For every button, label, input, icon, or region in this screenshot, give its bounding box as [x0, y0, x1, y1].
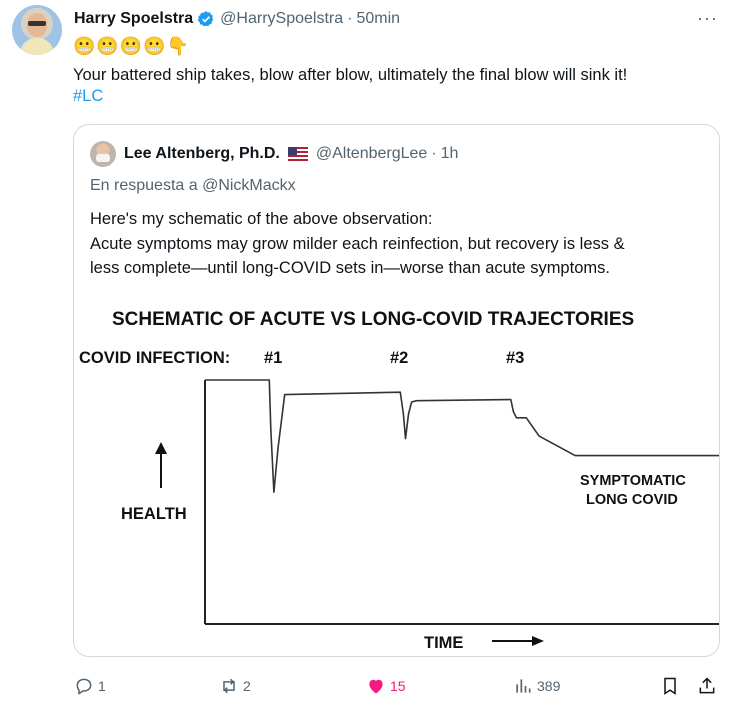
action-bar: 1 2 15 389: [0, 672, 738, 700]
tweet-emojis: 😬😬😬😬👇: [73, 36, 191, 56]
share-icon: [699, 677, 715, 694]
tweet-header: Harry Spoelstra @HarrySpoelstra · 50min: [74, 8, 400, 30]
repost-button[interactable]: 2: [219, 672, 251, 700]
quote-timestamp[interactable]: 1h: [441, 145, 459, 163]
bookmark-button[interactable]: [660, 672, 684, 700]
views-chart-icon: [516, 679, 531, 693]
like-button[interactable]: 15: [366, 672, 406, 700]
repost-count: 2: [243, 678, 251, 694]
share-button[interactable]: [697, 672, 721, 700]
quote-text-line: less complete—until long-COVID sets in—w…: [90, 259, 610, 277]
time-arrow-icon: [532, 636, 544, 646]
views-count: 389: [537, 678, 561, 694]
quote-text-line: Here's my schematic of the above observa…: [90, 210, 433, 228]
quote-author-name[interactable]: Lee Altenberg, Ph.D.: [124, 145, 280, 163]
infection-label-1: #1: [264, 349, 282, 367]
header-separator: ·: [347, 10, 353, 27]
quote-author-handle[interactable]: @AltenbergLee: [316, 145, 427, 163]
x-axis-label: TIME: [424, 634, 463, 652]
reply-button[interactable]: 1: [74, 672, 106, 700]
us-flag-icon: [287, 147, 308, 161]
quote-text: Here's my schematic of the above observa…: [90, 207, 625, 281]
health-arrow-icon: [155, 442, 167, 454]
quote-text-line: Acute symptoms may grow milder each rein…: [90, 234, 625, 253]
tweet[interactable]: Harry Spoelstra @HarrySpoelstra · 50min …: [0, 0, 738, 714]
reply-count: 1: [98, 678, 106, 694]
infection-prefix-label: COVID INFECTION:: [79, 349, 230, 367]
like-count: 15: [390, 678, 406, 694]
reply-icon: [76, 678, 92, 695]
bookmark-icon: [664, 677, 676, 695]
schematic-chart: SCHEMATIC OF ACUTE VS LONG-COVID TRAJECT…: [79, 309, 719, 652]
infection-label-3: #3: [506, 349, 524, 367]
repost-icon: [223, 678, 235, 694]
avatar-glasses: [28, 21, 46, 26]
quote-header: Lee Altenberg, Ph.D. @AltenbergLee · 1h: [90, 141, 459, 167]
avatar-shirt: [20, 38, 54, 55]
annotation-long-covid: LONG COVID: [586, 492, 678, 508]
reply-to-label[interactable]: En respuesta a @NickMackx: [90, 177, 296, 195]
tweet-timestamp[interactable]: 50min: [356, 10, 400, 28]
views-button[interactable]: 389: [513, 672, 560, 700]
author-avatar[interactable]: [12, 5, 62, 55]
author-name[interactable]: Harry Spoelstra: [74, 10, 193, 28]
hashtag-link[interactable]: #LC: [73, 87, 103, 106]
avatar-mask: [96, 154, 110, 162]
chart-title: SCHEMATIC OF ACUTE VS LONG-COVID TRAJECT…: [112, 309, 634, 330]
annotation-symptomatic: SYMPTOMATIC: [580, 473, 686, 489]
y-axis-label: HEALTH: [121, 505, 187, 523]
quote-author-avatar[interactable]: [90, 141, 116, 167]
quoted-tweet[interactable]: Lee Altenberg, Ph.D. @AltenbergLee · 1h …: [73, 124, 720, 657]
infection-label-2: #2: [390, 349, 408, 367]
heart-icon: [369, 679, 383, 694]
author-handle[interactable]: @HarrySpoelstra: [220, 10, 343, 28]
quote-header-separator: ·: [431, 145, 437, 162]
more-options-icon[interactable]: ···: [697, 8, 718, 29]
tweet-text: Your battered ship takes, blow after blo…: [73, 66, 628, 84]
verified-badge-icon: [197, 11, 214, 27]
